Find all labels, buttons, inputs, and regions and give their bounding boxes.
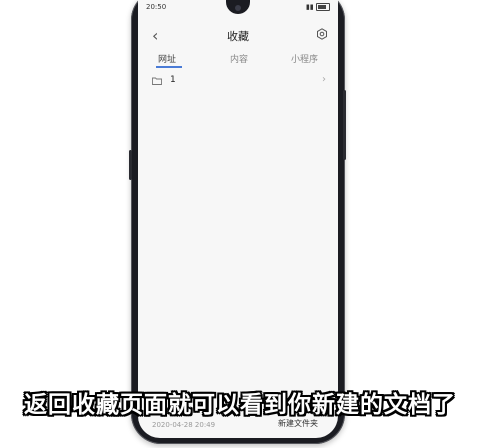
- battery-icon: [316, 3, 330, 11]
- phone-side-button: [343, 90, 346, 160]
- notch: [226, 0, 250, 14]
- status-icons: ▮▮: [306, 3, 330, 11]
- tab-bar: 网址 内容 小程序: [138, 50, 338, 70]
- new-folder-button[interactable]: 新建文件夹: [278, 418, 318, 429]
- list-item[interactable]: 1 ›: [138, 73, 338, 89]
- tab-content[interactable]: 内容: [230, 52, 248, 65]
- phone-screen: 20:50 ▮▮ ‹ 收藏 网址 内容 小程序 1 › 2020-04-28 2…: [138, 0, 338, 438]
- navbar: ‹ 收藏: [138, 22, 338, 48]
- chevron-right-icon: ›: [322, 74, 326, 85]
- page-title: 收藏: [227, 30, 249, 43]
- tab-urls[interactable]: 网址: [158, 52, 176, 65]
- camera-icon: [235, 5, 241, 11]
- footer-date: 2020-04-28 20:49: [152, 421, 216, 429]
- active-tab-indicator: [156, 66, 182, 68]
- status-time: 20:50: [146, 3, 167, 11]
- folder-icon: [152, 77, 162, 85]
- tab-mini-programs[interactable]: 小程序: [291, 52, 318, 65]
- list-item-label: 1: [170, 75, 176, 85]
- signal-icon: ▮▮: [306, 3, 314, 11]
- phone-side-button: [129, 150, 132, 180]
- gear-icon[interactable]: [316, 28, 328, 40]
- video-caption: 返回收藏页面就可以看到你新建的文档了: [24, 392, 456, 418]
